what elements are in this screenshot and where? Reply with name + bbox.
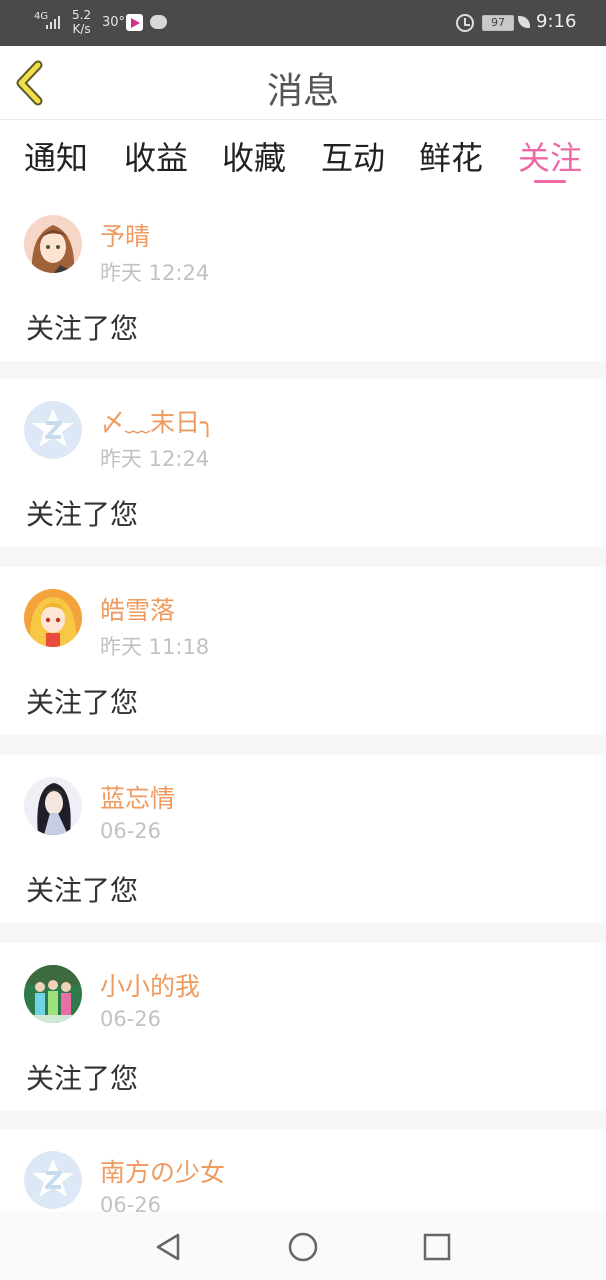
username[interactable]: 南方の少女	[100, 1153, 225, 1189]
group-photo-avatar-icon	[24, 965, 82, 1023]
username[interactable]: 蓝忘情	[100, 779, 175, 815]
message-text: 关注了您	[26, 1062, 139, 1095]
header: 消息	[0, 46, 606, 120]
default-qq-avatar-icon	[24, 401, 82, 459]
tab-earnings[interactable]: 收益	[124, 133, 188, 179]
leaf-icon	[518, 16, 530, 28]
list-item[interactable]: 〆﹏末日╮ 昨天 12:24 关注了您	[0, 379, 606, 547]
temperature: 30°	[102, 15, 126, 30]
tab-favorites[interactable]: 收藏	[222, 133, 286, 179]
avatar[interactable]	[24, 401, 82, 459]
message-text: 关注了您	[26, 498, 139, 531]
active-tab-indicator	[534, 180, 566, 183]
system-nav-bar	[0, 1212, 606, 1280]
tab-follows[interactable]: 关注	[518, 133, 582, 179]
list-item[interactable]: 皓雪落 昨天 11:18 关注了您	[0, 567, 606, 735]
tab-interactions[interactable]: 互动	[321, 133, 385, 179]
tab-notifications[interactable]: 通知	[24, 133, 88, 179]
page-title: 消息	[266, 71, 339, 112]
username[interactable]: 予晴	[100, 217, 150, 253]
avatar[interactable]	[24, 215, 82, 273]
tab-bar: 通知 收益 收藏 互动 鲜花 关注	[0, 121, 606, 193]
timestamp: 昨天 12:24	[100, 447, 210, 471]
speed-value: 5.2	[72, 8, 92, 22]
avatar[interactable]	[24, 1151, 82, 1209]
battery-indicator: 97	[482, 15, 514, 31]
triangle-back-icon[interactable]	[152, 1230, 186, 1264]
avatar[interactable]	[24, 589, 82, 647]
chat-bubble-icon	[150, 15, 167, 29]
list-item[interactable]: 南方の少女 06-26	[0, 1129, 606, 1212]
signal-icon	[46, 16, 60, 29]
circle-home-icon[interactable]	[286, 1230, 320, 1264]
avatar[interactable]	[24, 965, 82, 1023]
message-text: 关注了您	[26, 874, 139, 907]
username[interactable]: 小小的我	[100, 967, 200, 1003]
timestamp: 06-26	[100, 1007, 162, 1031]
username[interactable]: 〆﹏末日╮	[100, 403, 215, 439]
list-item[interactable]: 予晴 昨天 12:24 关注了您	[0, 193, 606, 361]
timestamp: 昨天 11:18	[100, 635, 210, 659]
timestamp: 06-26	[100, 819, 162, 843]
speed-unit: K/s	[72, 22, 91, 36]
network-speed: 5.2 K/s	[72, 8, 91, 36]
message-text: 关注了您	[26, 312, 139, 345]
timestamp: 昨天 12:24	[100, 261, 210, 285]
list-item[interactable]: 小小的我 06-26 关注了您	[0, 943, 606, 1111]
alarm-icon	[456, 14, 474, 32]
status-bar: 4G 5.2 K/s 30° 97 9:16	[0, 0, 606, 46]
clock: 9:16	[536, 11, 577, 32]
anime-girl-avatar-icon	[24, 589, 82, 647]
message-text: 关注了您	[26, 686, 139, 719]
square-recent-icon[interactable]	[420, 1230, 454, 1264]
message-list: 予晴 昨天 12:24 关注了您 〆﹏末日╮ 昨天 12:24 关注了您 皓雪落…	[0, 193, 606, 1212]
tab-flowers[interactable]: 鲜花	[419, 133, 483, 179]
anime-girl-avatar-icon	[24, 777, 82, 835]
list-item[interactable]: 蓝忘情 06-26 关注了您	[0, 755, 606, 923]
anime-girl-avatar-icon	[24, 215, 82, 273]
video-app-icon	[126, 14, 143, 31]
username[interactable]: 皓雪落	[100, 591, 175, 627]
avatar[interactable]	[24, 777, 82, 835]
timestamp: 06-26	[100, 1193, 162, 1212]
default-qq-avatar-icon	[24, 1151, 82, 1209]
